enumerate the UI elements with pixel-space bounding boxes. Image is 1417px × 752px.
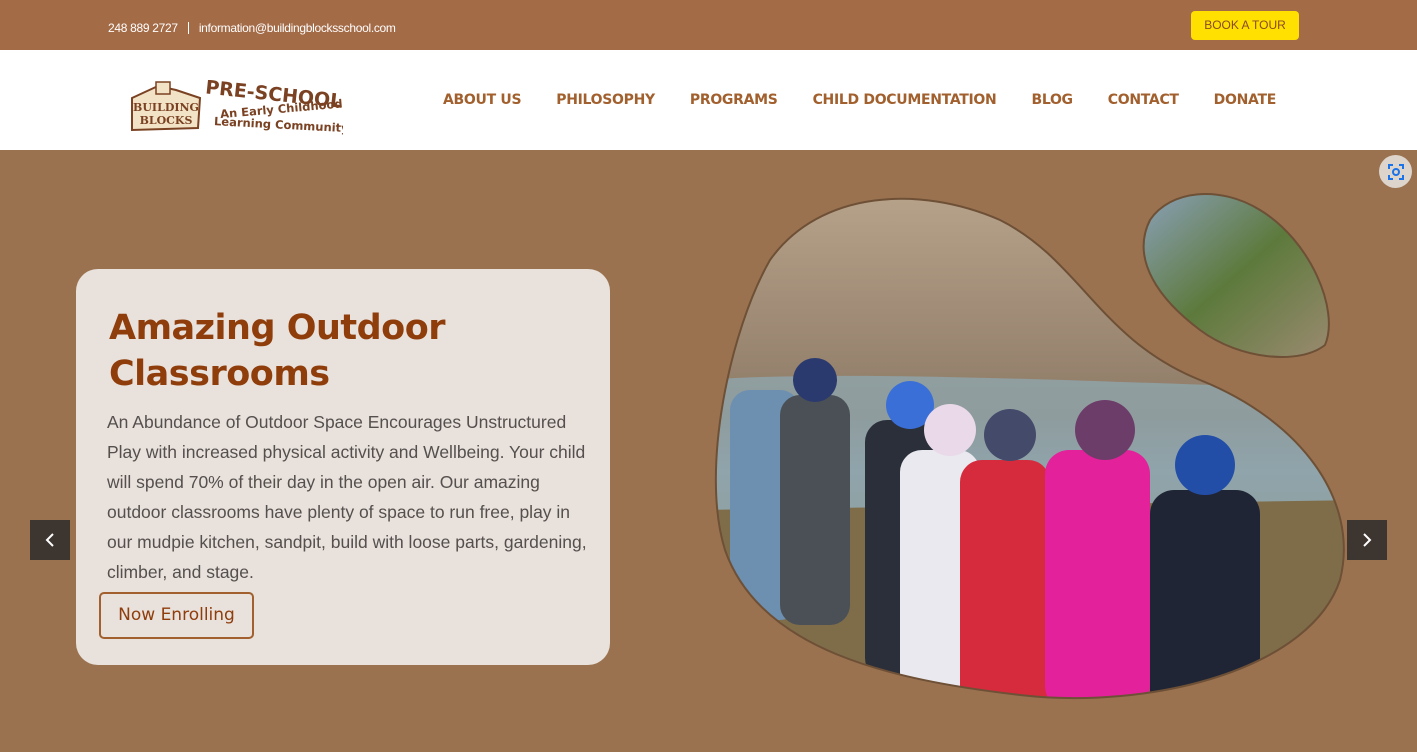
- contact-info: 248 889 2727 information@buildingblockss…: [108, 21, 396, 35]
- phone-link[interactable]: 248 889 2727: [108, 21, 178, 35]
- now-enrolling-button[interactable]: Now Enrolling: [99, 592, 254, 639]
- main-nav: ABOUT US PHILOSOPHY PROGRAMS CHILD DOCUM…: [443, 92, 1311, 108]
- divider: [187, 22, 189, 34]
- small-photo-blob: [1142, 193, 1330, 358]
- hero-slider: Amazing Outdoor Classrooms An Abundance …: [0, 150, 1417, 752]
- lens-icon: [1387, 163, 1404, 180]
- slider-prev-button[interactable]: [30, 520, 70, 560]
- hero-title: Amazing Outdoor Classrooms: [109, 308, 446, 394]
- chevron-right-icon: [1363, 533, 1372, 547]
- hero-photo: [714, 193, 1345, 700]
- logo-graphic: BUILDING BLOCKS PRE-SCHOOL An Early Chil…: [131, 76, 349, 135]
- nav-child-documentation[interactable]: CHILD DOCUMENTATION: [813, 92, 997, 108]
- hero-card: Amazing Outdoor Classrooms An Abundance …: [76, 269, 610, 665]
- hero-description: An Abundance of Outdoor Space Encourages…: [107, 412, 587, 582]
- nav-donate[interactable]: DONATE: [1214, 92, 1277, 108]
- nav-blog[interactable]: BLOG: [1031, 92, 1073, 108]
- book-a-tour-button[interactable]: BOOK A TOUR: [1191, 11, 1299, 40]
- nav-philosophy[interactable]: PHILOSOPHY: [556, 92, 655, 108]
- site-header: BUILDING BLOCKS PRE-SCHOOL An Early Chil…: [0, 50, 1417, 150]
- top-bar: 248 889 2727 information@buildingblockss…: [0, 0, 1417, 50]
- nav-programs[interactable]: PROGRAMS: [690, 92, 778, 108]
- logo-subtitle-2: Learning Community: [214, 114, 343, 135]
- visual-search-icon[interactable]: [1379, 155, 1412, 188]
- nav-contact[interactable]: CONTACT: [1108, 92, 1179, 108]
- email-link[interactable]: information@buildingblocksschool.com: [199, 21, 396, 35]
- chevron-left-icon: [45, 533, 54, 547]
- logo[interactable]: BUILDING BLOCKS PRE-SCHOOL An Early Chil…: [128, 76, 349, 136]
- nav-about-us[interactable]: ABOUT US: [443, 92, 522, 108]
- logo-badge-text-2: BLOCKS: [140, 114, 193, 127]
- logo-badge-text-1: BUILDING: [133, 101, 199, 114]
